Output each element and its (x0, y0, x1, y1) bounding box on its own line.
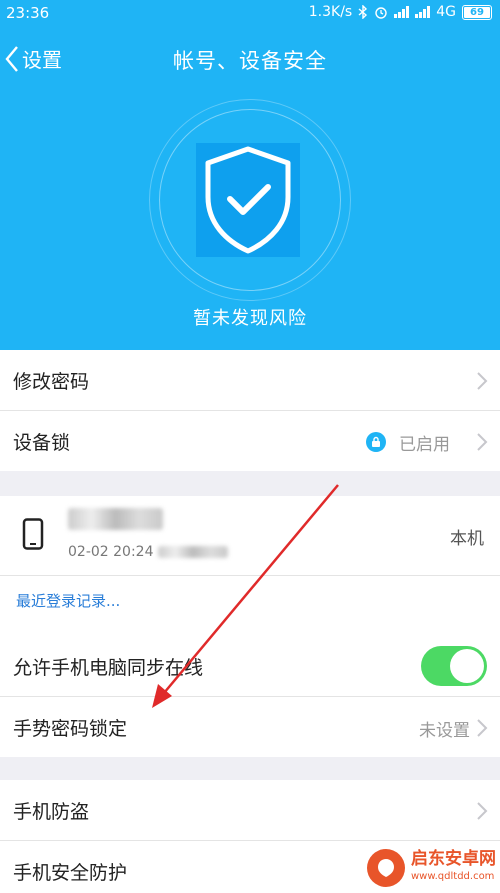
annotation-arrow (152, 484, 339, 708)
watermark: 启东安卓网 www.qdltdd.com (367, 849, 496, 887)
watermark-text: 启东安卓网 www.qdltdd.com (411, 849, 496, 882)
watermark-logo-icon (367, 849, 405, 887)
